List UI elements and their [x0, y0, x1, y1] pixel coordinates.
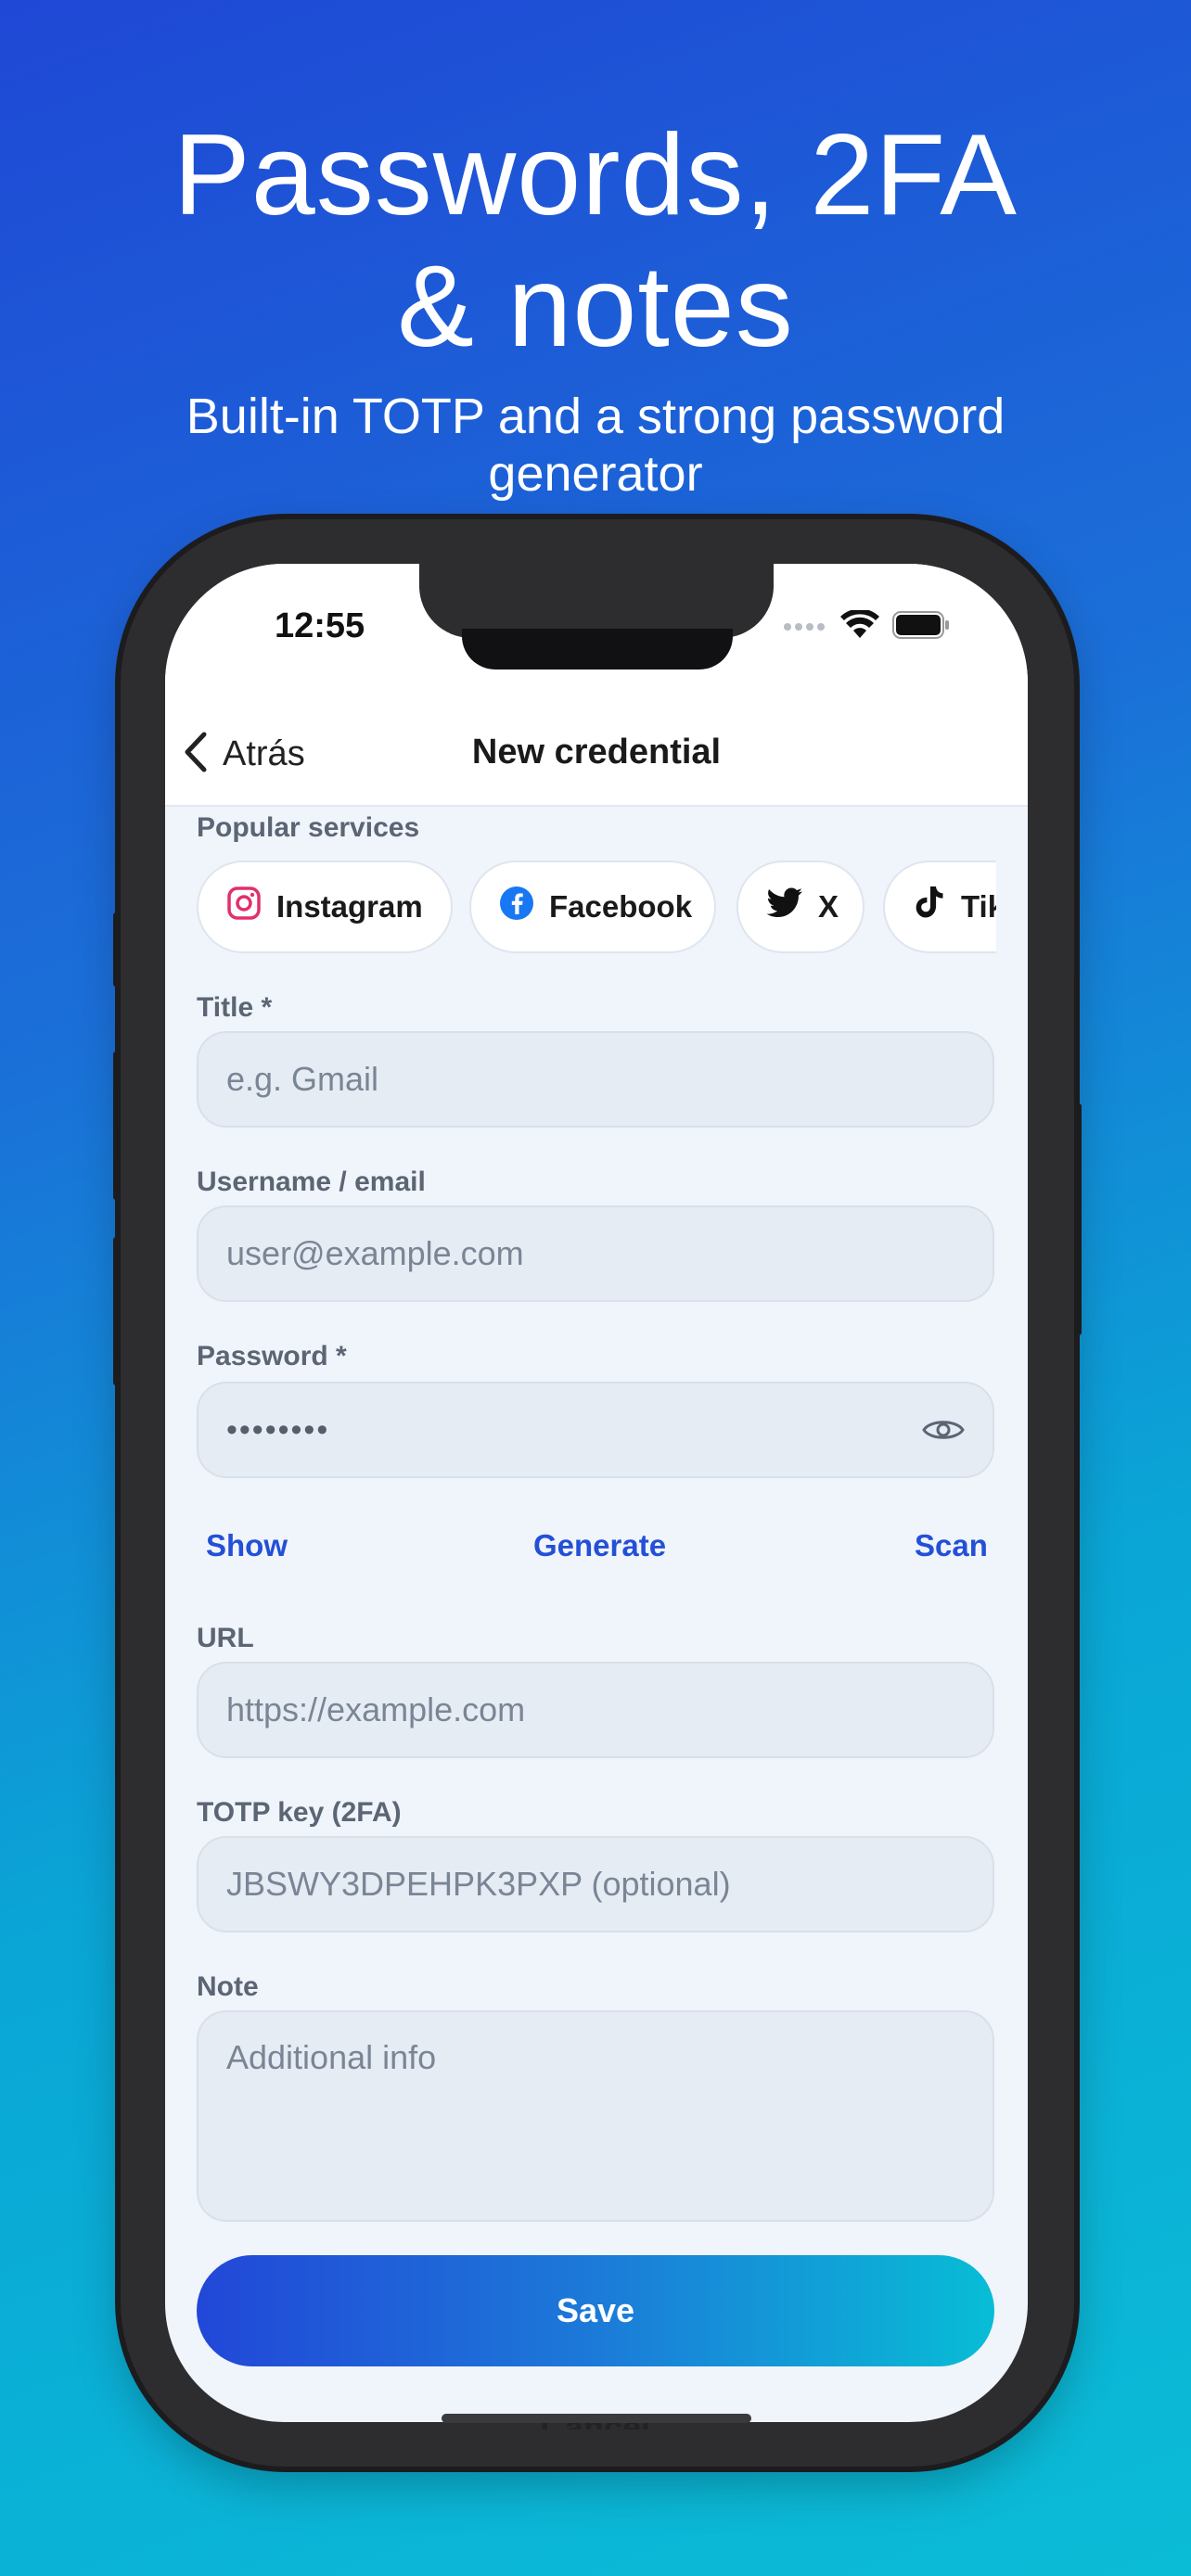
totp-label: TOTP key (2FA)	[197, 1797, 402, 1828]
hero-title-line2: & notes	[397, 243, 794, 371]
power-button	[1074, 1103, 1082, 1335]
instagram-icon	[226, 886, 262, 928]
volume-down-button	[113, 1237, 121, 1385]
back-label: Atrás	[223, 734, 305, 773]
totp-input[interactable]	[226, 1865, 965, 1904]
title-input[interactable]	[226, 1060, 965, 1099]
hero-subtitle-line2: generator	[488, 446, 703, 502]
chip-label: TikTok	[961, 889, 996, 924]
password-label: Password *	[197, 1341, 347, 1371]
note-textarea[interactable]	[226, 2038, 965, 2196]
show-password-button[interactable]: Show	[206, 1528, 288, 1563]
facebook-icon	[499, 886, 534, 928]
popular-services-chips: Instagram Facebook X TikTok	[197, 861, 996, 957]
tiktok-icon	[913, 885, 946, 929]
chip-label: X	[818, 889, 839, 924]
chip-x[interactable]: X	[736, 861, 864, 953]
username-field[interactable]	[197, 1205, 994, 1302]
twitter-icon	[766, 887, 803, 926]
notch	[419, 564, 774, 638]
chip-label: Facebook	[549, 889, 693, 924]
username-input[interactable]	[226, 1234, 965, 1273]
signal-dots-icon	[783, 619, 827, 636]
generate-password-button[interactable]: Generate	[533, 1528, 666, 1563]
nav-bar: Atrás New credential	[165, 703, 1028, 807]
title-label: Title *	[197, 992, 273, 1023]
hero-title-line1: Passwords, 2FA	[173, 111, 1018, 239]
note-label: Note	[197, 1971, 259, 2002]
password-value[interactable]: ••••••••	[226, 1412, 329, 1448]
url-label: URL	[197, 1623, 254, 1653]
wifi-icon	[840, 608, 879, 644]
hero-subtitle-line1: Built-in TOTP and a strong password	[186, 389, 1005, 444]
chip-tiktok[interactable]: TikTok	[883, 861, 996, 953]
chevron-left-icon	[182, 731, 210, 778]
popular-services-label: Popular services	[197, 812, 420, 843]
save-button[interactable]: Save	[197, 2255, 994, 2366]
status-icons	[783, 608, 950, 644]
password-field[interactable]: ••••••••	[197, 1382, 994, 1478]
home-indicator	[442, 2414, 751, 2423]
username-label: Username / email	[197, 1167, 426, 1197]
scan-button[interactable]: Scan	[915, 1528, 988, 1563]
status-time: 12:55	[275, 606, 365, 645]
totp-field[interactable]	[197, 1836, 994, 1932]
title-field[interactable]	[197, 1031, 994, 1128]
hero-title: Passwords, 2FA & notes	[0, 109, 1191, 373]
chip-label: Instagram	[276, 889, 423, 924]
volume-up-button	[113, 1052, 121, 1200]
silent-switch	[113, 912, 121, 987]
url-field[interactable]	[197, 1662, 994, 1758]
note-field[interactable]	[197, 2010, 994, 2222]
chip-facebook[interactable]: Facebook	[469, 861, 716, 953]
eye-icon[interactable]	[922, 1416, 965, 1444]
hero-subtitle: Built-in TOTP and a strong password gene…	[130, 388, 1061, 503]
chip-instagram[interactable]: Instagram	[197, 861, 453, 953]
battery-icon	[892, 611, 950, 644]
url-input[interactable]	[226, 1690, 965, 1729]
back-button[interactable]: Atrás	[182, 731, 305, 778]
notch-sensor	[462, 629, 733, 670]
